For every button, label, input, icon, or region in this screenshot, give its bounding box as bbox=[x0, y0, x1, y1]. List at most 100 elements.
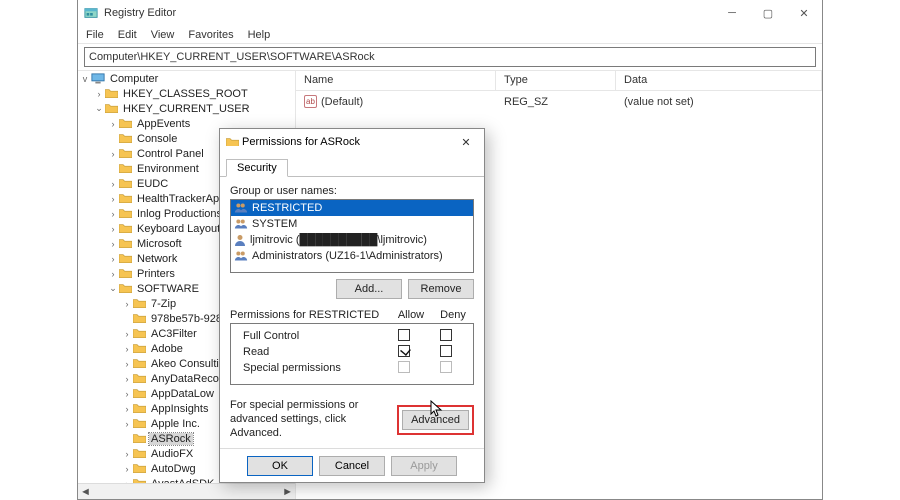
folder-icon bbox=[119, 163, 132, 174]
permissions-box: Full Control Read Special permissions bbox=[230, 323, 474, 385]
folder-icon bbox=[119, 193, 132, 204]
folder-icon bbox=[119, 148, 132, 159]
permission-name: Full Control bbox=[237, 330, 383, 342]
string-value-icon: ab bbox=[304, 95, 317, 108]
folder-icon bbox=[133, 448, 146, 459]
expander-icon[interactable]: › bbox=[108, 239, 118, 249]
deny-checkbox[interactable] bbox=[440, 329, 452, 341]
folder-icon bbox=[119, 133, 132, 144]
expander-icon[interactable]: › bbox=[122, 464, 132, 474]
folder-icon bbox=[133, 388, 146, 399]
expander-icon[interactable]: › bbox=[122, 329, 132, 339]
tree-root[interactable]: vComputer bbox=[78, 71, 295, 86]
expander-icon[interactable]: › bbox=[94, 89, 104, 99]
expander-icon[interactable]: › bbox=[122, 299, 132, 309]
principal-row[interactable]: ljmitrovic (██████████\ljmitrovic) bbox=[231, 232, 473, 248]
principal-row[interactable]: Administrators (UZ16-1\Administrators) bbox=[231, 248, 473, 264]
allow-checkbox[interactable] bbox=[398, 329, 410, 341]
folder-icon bbox=[119, 118, 132, 129]
advanced-help-text: For special permissions or advanced sett… bbox=[230, 399, 387, 440]
advanced-button[interactable]: Advanced bbox=[402, 410, 469, 430]
tree-item[interactable]: ›HKEY_CLASSES_ROOT bbox=[78, 86, 295, 101]
expander-icon[interactable]: › bbox=[108, 209, 118, 219]
menu-help[interactable]: Help bbox=[248, 29, 271, 41]
expander-icon[interactable]: › bbox=[122, 449, 132, 459]
deny-checkbox[interactable] bbox=[440, 345, 452, 357]
expander-icon[interactable]: › bbox=[108, 269, 118, 279]
dialog-close-button[interactable]: ✕ bbox=[448, 129, 484, 155]
menu-file[interactable]: File bbox=[86, 29, 104, 41]
computer-icon bbox=[91, 73, 105, 84]
tree-item[interactable]: ⌄HKEY_CURRENT_USER bbox=[78, 101, 295, 116]
expander-icon[interactable]: › bbox=[122, 344, 132, 354]
menu-favorites[interactable]: Favorites bbox=[188, 29, 233, 41]
folder-icon bbox=[226, 137, 239, 148]
ok-button[interactable]: OK bbox=[247, 456, 313, 476]
scroll-right-icon[interactable]: ► bbox=[282, 486, 293, 498]
cancel-button[interactable]: Cancel bbox=[319, 456, 385, 476]
expander-icon[interactable]: › bbox=[108, 179, 118, 189]
permission-name: Read bbox=[237, 346, 383, 358]
principals-listbox[interactable]: RESTRICTED SYSTEM ljmitrovic (██████████… bbox=[230, 199, 474, 273]
allow-checkbox[interactable] bbox=[398, 345, 410, 357]
folder-icon bbox=[133, 328, 146, 339]
titlebar: Registry Editor ─ ▢ ✕ bbox=[78, 0, 822, 26]
dialog-title: Permissions for ASRock bbox=[242, 136, 360, 148]
folder-icon bbox=[133, 373, 146, 384]
permission-row: Special permissions bbox=[237, 360, 467, 376]
expander-icon[interactable]: ⌄ bbox=[94, 103, 104, 114]
folder-icon bbox=[119, 223, 132, 234]
folder-icon bbox=[119, 283, 132, 294]
expander-icon[interactable]: › bbox=[108, 224, 118, 234]
add-button[interactable]: Add... bbox=[336, 279, 402, 299]
permission-row: Read bbox=[237, 344, 467, 360]
folder-icon bbox=[105, 103, 118, 114]
apply-button[interactable]: Apply bbox=[391, 456, 457, 476]
folder-icon bbox=[133, 358, 146, 369]
expander-icon[interactable]: › bbox=[122, 359, 132, 369]
minimize-button[interactable]: ─ bbox=[714, 0, 750, 26]
expander-icon[interactable]: › bbox=[108, 194, 118, 204]
expander-icon[interactable]: ⌄ bbox=[108, 283, 118, 294]
col-allow: Allow bbox=[390, 309, 432, 321]
folder-icon bbox=[119, 253, 132, 264]
expander-icon[interactable]: › bbox=[122, 419, 132, 429]
deny-checkbox bbox=[440, 361, 452, 373]
expander-icon[interactable]: › bbox=[122, 389, 132, 399]
col-name[interactable]: Name bbox=[296, 71, 496, 90]
permission-name: Special permissions bbox=[237, 362, 383, 374]
permissions-dialog: Permissions for ASRock ✕ Security Group … bbox=[219, 128, 485, 483]
folder-icon bbox=[133, 343, 146, 354]
folder-icon bbox=[133, 433, 146, 444]
expander-icon[interactable]: › bbox=[122, 374, 132, 384]
col-data[interactable]: Data bbox=[616, 71, 822, 90]
expander-icon[interactable]: › bbox=[108, 119, 118, 129]
folder-icon bbox=[133, 403, 146, 414]
col-type[interactable]: Type bbox=[496, 71, 616, 90]
menu-edit[interactable]: Edit bbox=[118, 29, 137, 41]
folder-icon bbox=[133, 313, 146, 324]
folder-icon bbox=[133, 298, 146, 309]
col-deny: Deny bbox=[432, 309, 474, 321]
folder-icon bbox=[119, 178, 132, 189]
principal-row[interactable]: RESTRICTED bbox=[231, 200, 473, 216]
group-icon bbox=[234, 218, 248, 230]
principal-row[interactable]: SYSTEM bbox=[231, 216, 473, 232]
scroll-left-icon[interactable]: ◄ bbox=[80, 486, 91, 498]
perm-heading: Permissions for RESTRICTED bbox=[230, 309, 390, 321]
close-button[interactable]: ✕ bbox=[786, 0, 822, 26]
allow-checkbox bbox=[398, 361, 410, 373]
expander-icon[interactable]: › bbox=[108, 149, 118, 159]
menu-view[interactable]: View bbox=[151, 29, 175, 41]
group-icon bbox=[234, 202, 248, 214]
folder-icon bbox=[105, 88, 118, 99]
remove-button[interactable]: Remove bbox=[408, 279, 474, 299]
tab-security[interactable]: Security bbox=[226, 159, 288, 177]
address-bar[interactable]: Computer\HKEY_CURRENT_USER\SOFTWARE\ASRo… bbox=[84, 47, 816, 67]
expander-icon[interactable]: › bbox=[122, 404, 132, 414]
value-row[interactable]: ab(Default) REG_SZ (value not set) bbox=[296, 91, 822, 112]
maximize-button[interactable]: ▢ bbox=[750, 0, 786, 26]
expander-icon[interactable]: › bbox=[108, 254, 118, 264]
group-icon bbox=[234, 250, 248, 262]
folder-icon bbox=[133, 418, 146, 429]
